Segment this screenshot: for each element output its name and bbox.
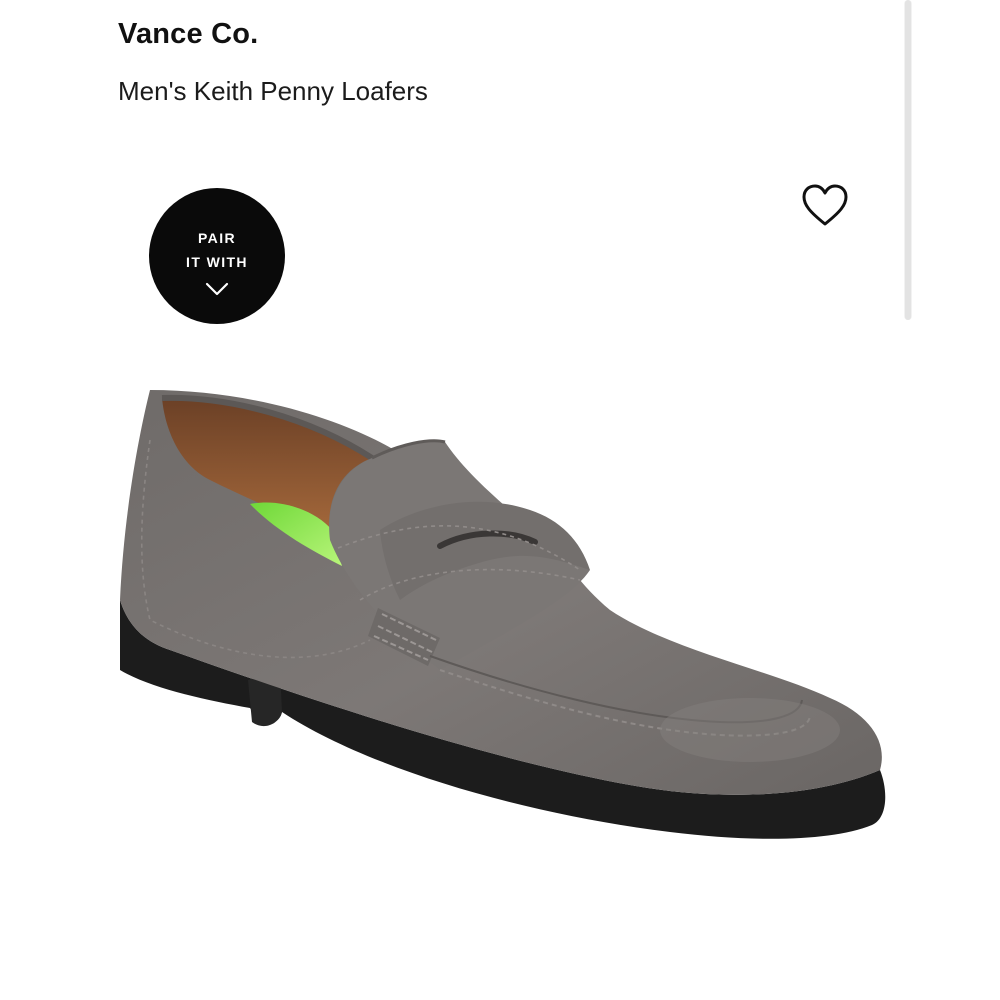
brand-link[interactable]: Vance Co. — [118, 18, 258, 51]
pair-it-with-label-line2: IT WITH — [186, 254, 248, 270]
scrollbar[interactable] — [904, 0, 912, 320]
scrollbar-thumb[interactable] — [905, 0, 911, 320]
pair-it-with-label-line1: PAIR — [197, 230, 236, 246]
heart-outline-icon[interactable] — [800, 182, 850, 230]
product-title: Men's Keith Penny Loafers — [118, 76, 428, 106]
product-image — [120, 390, 886, 839]
pair-it-with-button[interactable]: PAIR IT WITH — [149, 188, 285, 324]
chevron-down-icon — [205, 282, 229, 296]
